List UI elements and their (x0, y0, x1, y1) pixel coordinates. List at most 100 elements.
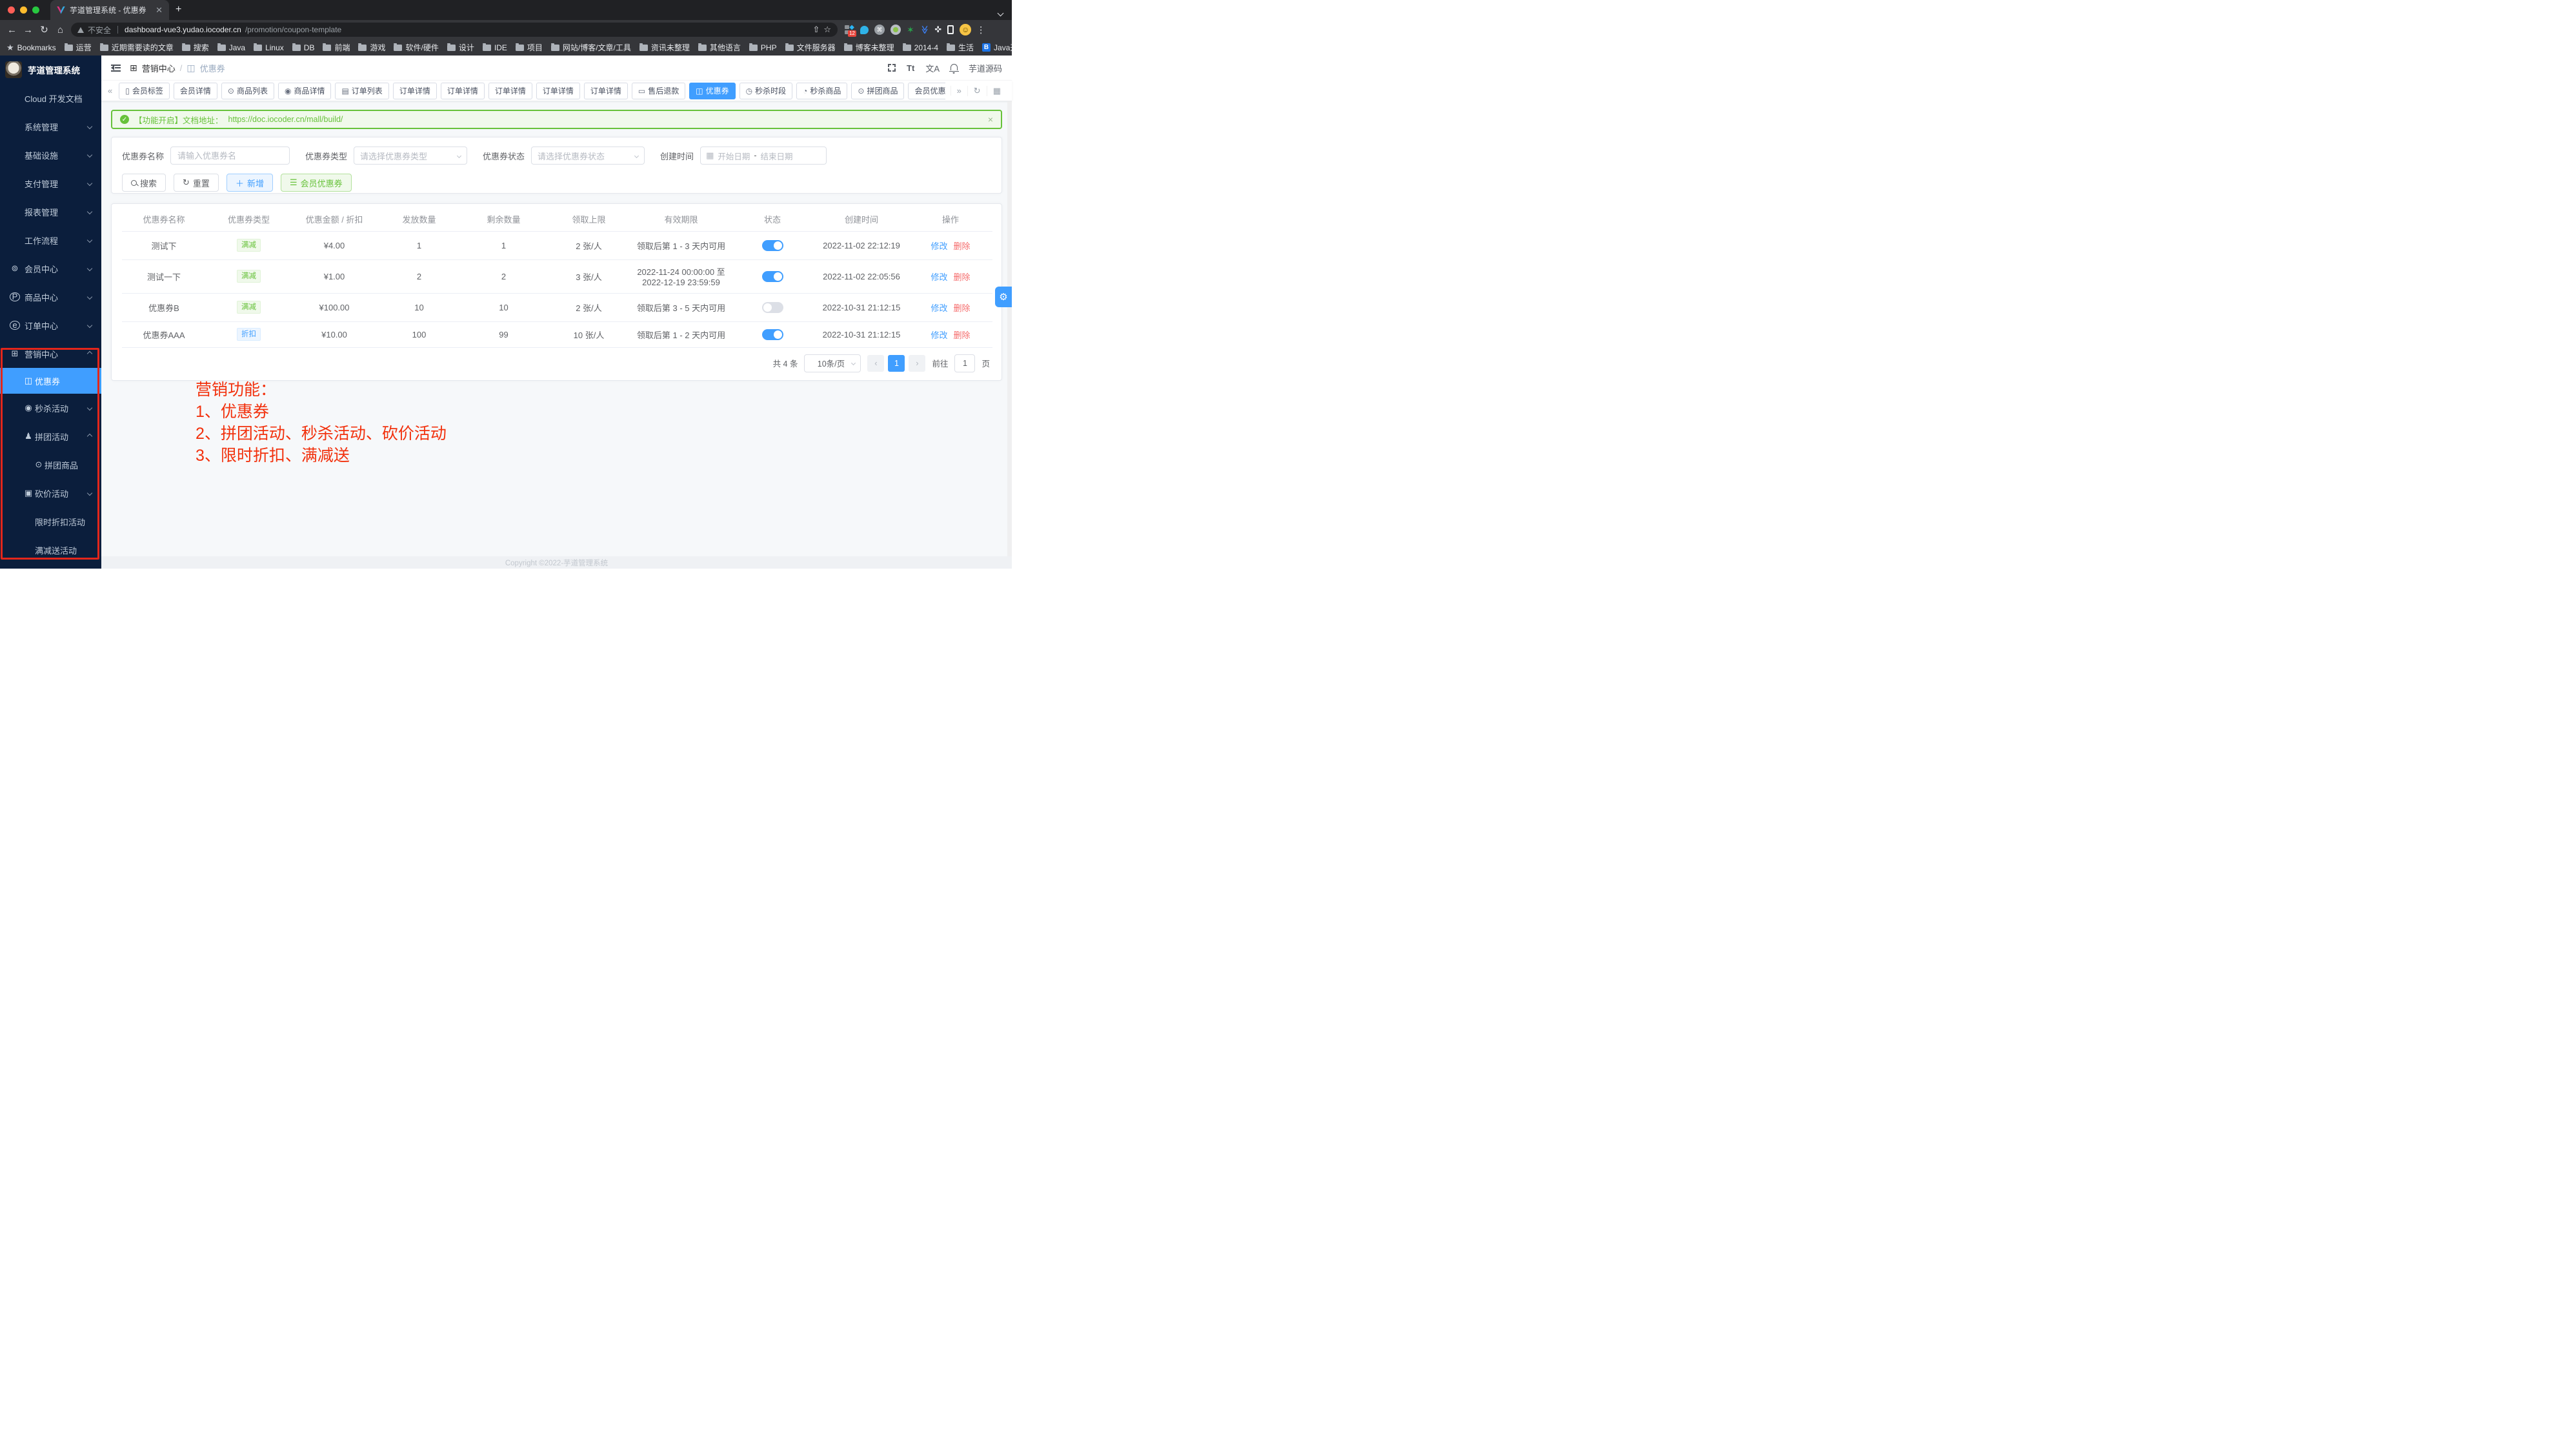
fullscreen-icon[interactable] (888, 64, 896, 72)
search-button[interactable]: 搜索 (122, 174, 166, 192)
sidebar-item-reward-activity[interactable]: 满减送活动 (0, 536, 101, 564)
delete-link[interactable]: 删除 (954, 272, 971, 282)
workspace-tab[interactable]: ▤ 订单列表 (335, 83, 388, 99)
reload-icon[interactable]: ↻ (36, 24, 52, 35)
bookmark-folder[interactable]: 网站/博客/文章/工具 (551, 42, 631, 53)
sidebar-item-marketing-center[interactable]: ⊞营销中心 (0, 339, 101, 368)
font-size-icon[interactable]: Tt (907, 63, 914, 73)
bookmark-folder[interactable]: 博客未整理 (844, 42, 894, 53)
delete-link[interactable]: 删除 (954, 241, 971, 251)
share-icon[interactable]: ⇧ (812, 25, 820, 35)
bookmark-folder[interactable]: 游戏 (358, 42, 385, 53)
workspace-tab[interactable]: ◷ 秒杀时段 (740, 83, 793, 99)
edit-link[interactable]: 修改 (931, 330, 947, 340)
edit-link[interactable]: 修改 (931, 241, 947, 251)
page-jump-input[interactable] (954, 354, 975, 372)
workspace-tab[interactable]: ◔ 秒杀商品 (796, 83, 847, 99)
status-toggle[interactable] (762, 271, 783, 282)
bookmark-folder[interactable]: 搜索 (182, 42, 209, 53)
page-size-select[interactable]: 10条/页 (804, 354, 861, 372)
delete-link[interactable]: 删除 (954, 330, 971, 340)
workspace-tab[interactable]: ⊙ 商品列表 (221, 83, 274, 99)
coupon-name-input[interactable] (170, 147, 290, 165)
sidebar-item-member-center[interactable]: ⊚会员中心 (0, 254, 101, 283)
workspace-tab[interactable]: 会员详情 (174, 83, 217, 99)
user-name[interactable]: 芋道源码 (969, 62, 1002, 74)
refresh-icon[interactable]: ↻ (967, 86, 987, 96)
edit-link[interactable]: 修改 (931, 303, 947, 313)
alert-link[interactable]: https://doc.iocoder.cn/mall/build/ (228, 115, 343, 124)
prev-page-button[interactable]: ‹ (867, 355, 884, 372)
reset-button[interactable]: ↻重置 (174, 174, 219, 192)
back-icon[interactable]: ← (4, 25, 20, 35)
workspace-tab[interactable]: ◫ 优惠券 (689, 83, 735, 99)
extensions-puzzle-icon[interactable]: ✜ (934, 25, 941, 35)
tab-search-icon[interactable] (998, 8, 1003, 17)
add-button[interactable]: ＋新增 (226, 174, 273, 192)
browser-profile-avatar[interactable]: ☺ (960, 24, 971, 35)
extension-command-icon[interactable]: ⌘ (874, 25, 885, 35)
breadcrumb-parent[interactable]: 营销中心 (142, 62, 176, 74)
bookmarks-manager[interactable]: ★ Bookmarks (6, 43, 56, 53)
layout-grid-icon[interactable]: ▦ (987, 86, 1007, 96)
minimize-window-button[interactable] (20, 6, 27, 14)
status-toggle[interactable] (762, 302, 783, 313)
delete-link[interactable]: 删除 (954, 303, 971, 313)
zoom-window-button[interactable] (32, 6, 39, 14)
sidebar-item-system[interactable]: 系统管理 (0, 112, 101, 141)
address-bar[interactable]: 不安全 dashboard-vue3.yudao.iocoder.cn/prom… (71, 23, 838, 37)
workspace-tab[interactable]: ⊙ 拼团商品 (851, 83, 904, 99)
extension-chevrons-icon[interactable]: ≫ (920, 25, 930, 34)
workspace-tab[interactable]: ◉ 商品详情 (278, 83, 332, 99)
bookmark-star-icon[interactable]: ☆ (823, 25, 831, 35)
home-icon[interactable]: ⌂ (52, 25, 68, 35)
sidebar-item-infrastructure[interactable]: 基础设施 (0, 141, 101, 169)
notification-bell-icon[interactable] (951, 64, 958, 70)
workspace-tab[interactable]: ▯ 会员标签 (119, 83, 170, 99)
extension-star-icon[interactable]: ✶ (907, 25, 914, 35)
sidebar-item-product-center[interactable]: P商品中心 (0, 283, 101, 311)
bookmark-folder[interactable]: DB (292, 43, 315, 52)
new-tab-button[interactable]: + (176, 3, 181, 16)
scrollbar-track[interactable] (1007, 101, 1012, 556)
extension-dot-icon[interactable] (891, 25, 901, 35)
close-tab-icon[interactable]: ✕ (156, 5, 163, 15)
workspace-tab[interactable]: 订单详情 (441, 83, 485, 99)
bookmark-folder[interactable]: IDE (483, 43, 507, 52)
sidebar-item-order-center[interactable]: e订单中心 (0, 311, 101, 339)
extension-window-icon[interactable] (947, 25, 954, 34)
workspace-tab[interactable]: ▭ 售后退款 (632, 83, 685, 99)
workspace-tab[interactable]: 订单详情 (584, 83, 628, 99)
bookmark-folder[interactable]: 运营 (65, 42, 92, 53)
app-logo[interactable]: 芋道管理系统 (0, 56, 101, 84)
bookmark-folder[interactable]: 生活 (947, 42, 974, 53)
sidebar-item-groupon-product[interactable]: ⊙拼团商品 (0, 450, 101, 479)
sidebar-item-report[interactable]: 报表管理 (0, 197, 101, 226)
status-toggle[interactable] (762, 240, 783, 251)
sidebar-item-bargain[interactable]: ▣砍价活动 (0, 479, 101, 507)
extension-drop-icon[interactable] (860, 26, 869, 34)
browser-tab[interactable]: 芋道管理系统 - 优惠券 ✕ (50, 0, 169, 20)
browser-menu-icon[interactable]: ⋮ (976, 25, 985, 35)
bookmark-folder[interactable]: 设计 (447, 42, 474, 53)
sidebar-item-payment[interactable]: 支付管理 (0, 169, 101, 197)
bookmark-folder[interactable]: Java (217, 43, 245, 52)
status-toggle[interactable] (762, 329, 783, 340)
bookmark-folder[interactable]: 近期需要读的文章 (100, 42, 174, 53)
bookmark-folder[interactable]: 2014-4 (903, 43, 938, 52)
forward-icon[interactable]: → (20, 25, 36, 35)
bookmark-folder[interactable]: 项目 (516, 42, 543, 53)
workspace-tab[interactable]: 订单详情 (488, 83, 532, 99)
sidebar-item-groupon[interactable]: ♟拼团活动 (0, 422, 101, 450)
sidebar-item-cloud-docs[interactable]: Cloud 开发文档 (0, 84, 101, 112)
sidebar-item-coupon[interactable]: ◫优惠券 (0, 368, 101, 394)
bookmark-folder[interactable]: 资讯未整理 (639, 42, 690, 53)
alert-close-icon[interactable]: × (988, 114, 993, 125)
bookmark-folder[interactable]: 软件/硬件 (394, 42, 438, 53)
close-window-button[interactable] (8, 6, 15, 14)
bookmark-link[interactable]: B Java开发 | 小组首… (982, 42, 1012, 53)
coupon-status-select[interactable]: 请选择优惠券状态 (531, 147, 645, 165)
sidebar-item-time-discount[interactable]: 限时折扣活动 (0, 507, 101, 536)
sidebar-item-seckill[interactable]: ◉秒杀活动 (0, 394, 101, 422)
settings-gear-button[interactable]: ⚙ (995, 287, 1012, 307)
